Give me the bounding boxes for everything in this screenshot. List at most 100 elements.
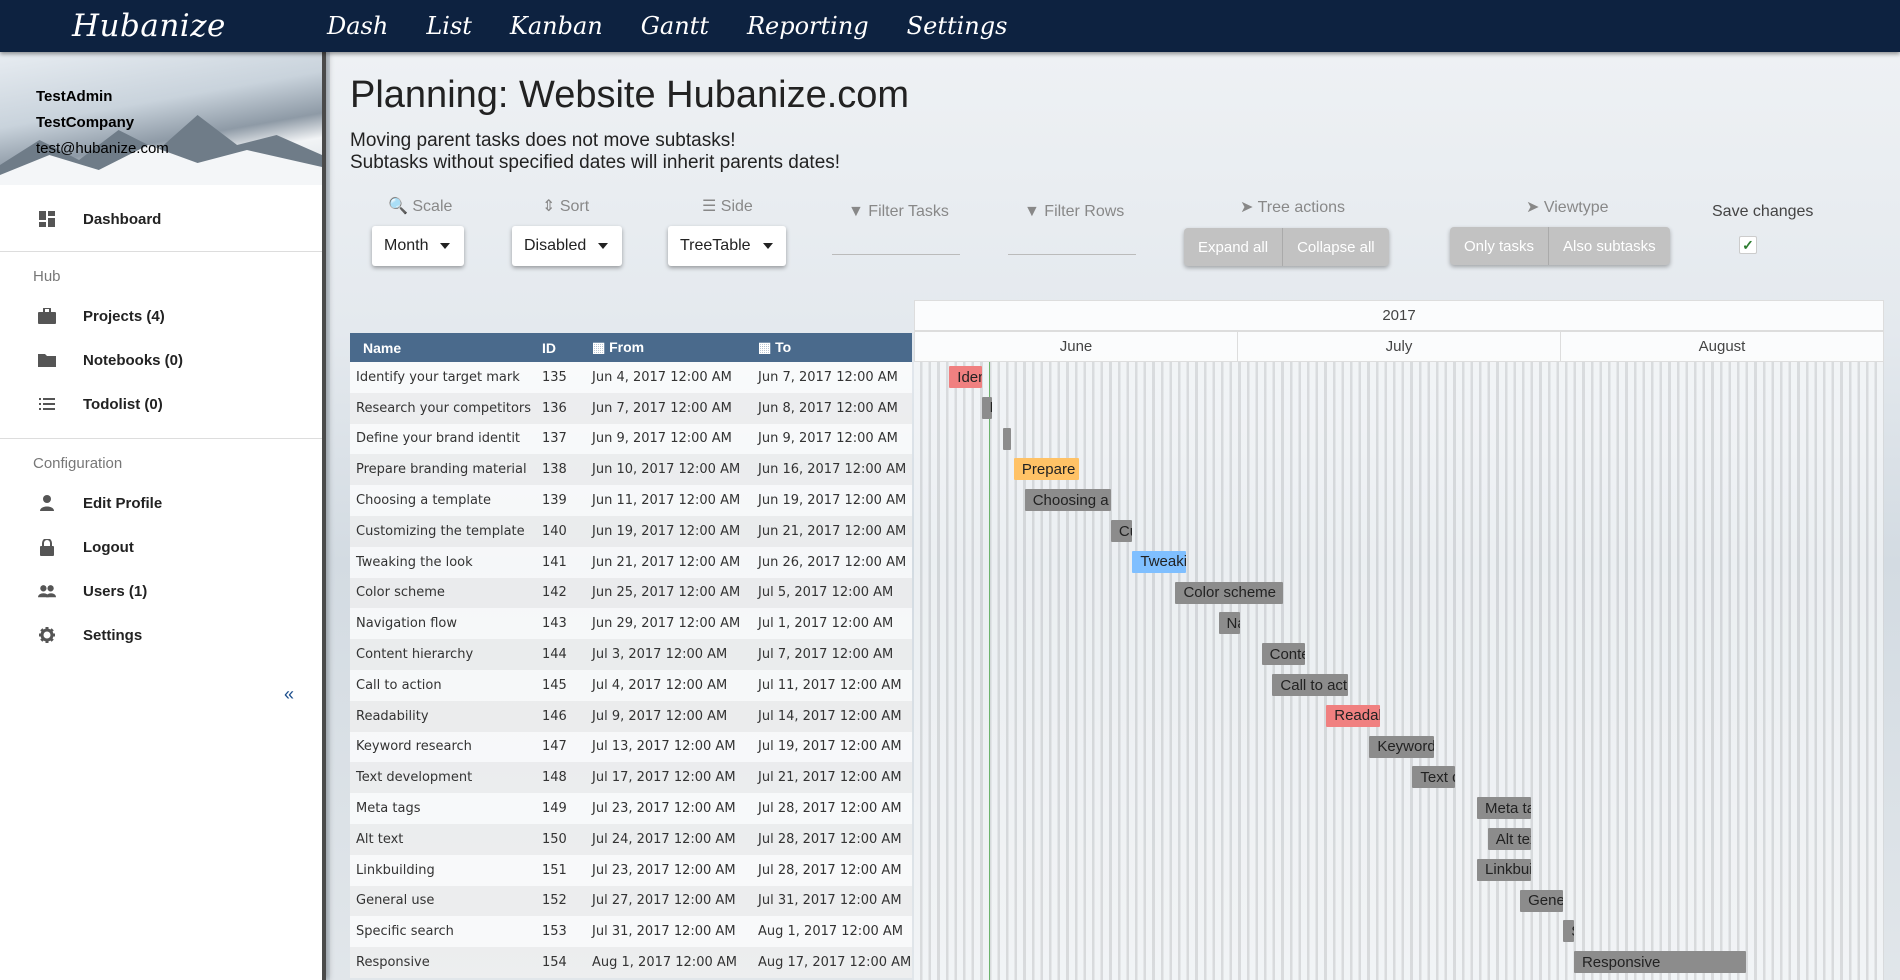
gantt-task-bar[interactable]: Text development xyxy=(1412,766,1456,789)
task-id: 140 xyxy=(542,523,567,539)
divider xyxy=(0,438,322,439)
gantt-task-bar[interactable]: Call to action xyxy=(1272,674,1348,696)
task-to: Jul 28, 2017 12:00 AM xyxy=(758,831,902,847)
gantt-task-bar[interactable]: Alt text xyxy=(1487,828,1531,850)
gantt-task-bar[interactable]: Research your competitors xyxy=(981,396,993,419)
collapse-sidebar-button[interactable]: « xyxy=(284,684,294,705)
gantt-task-bar[interactable]: Define your brand identity xyxy=(1003,427,1012,450)
expand-all-button[interactable]: Expand all xyxy=(1184,228,1284,266)
sidebar-item-settings[interactable]: Settings xyxy=(0,613,322,657)
task-to: Jul 11, 2017 12:00 AM xyxy=(758,677,902,693)
gantt-task-bar[interactable]: Content hierarchy xyxy=(1261,643,1305,666)
task-name: Tweaking the look xyxy=(356,554,473,570)
task-from: Jul 24, 2017 12:00 AM xyxy=(592,831,736,847)
table-row[interactable]: Keyword research 147 Jul 13, 2017 12:00 AM… xyxy=(350,731,912,763)
task-name: Content hierarchy xyxy=(356,647,474,663)
sidebar-item-dashboard[interactable]: Dashboard xyxy=(0,197,322,241)
filter-rows-input[interactable]: ▼ Filter Rows xyxy=(1024,203,1124,221)
task-to: Jul 7, 2017 12:00 AM xyxy=(758,647,894,663)
gantt-task-bar[interactable]: Specific search xyxy=(1563,920,1574,943)
task-id: 141 xyxy=(542,554,567,570)
table-row[interactable]: Responsive 154 Aug 1, 2017 12:00 AM Aug 17,… xyxy=(350,947,912,978)
sidebar-item-notebooks[interactable]: Notebooks (0) xyxy=(0,338,322,382)
lock-icon xyxy=(38,538,56,556)
task-name: Color scheme xyxy=(356,585,445,601)
gantt-task-bar[interactable]: Responsive xyxy=(1573,951,1747,974)
sidebar-item-label: Projects (4) xyxy=(83,307,165,325)
gantt-task-bar[interactable]: Choosing a template xyxy=(1024,489,1111,512)
sidebar-item-edit-profile[interactable]: Edit Profile xyxy=(0,481,322,525)
sidebar-item-label: Dashboard xyxy=(83,210,162,228)
also-subtasks-button[interactable]: Also subtasks xyxy=(1549,227,1670,265)
table-row[interactable]: Customizing the template 140 Jun 19, 2017 … xyxy=(350,515,912,547)
col-id[interactable]: ID xyxy=(538,340,588,356)
table-row[interactable]: Tweaking the look 141 Jun 21, 2017 12:00 A… xyxy=(350,546,912,578)
save-changes-checkbox[interactable]: ✓ xyxy=(1739,236,1757,254)
nav-reporting[interactable]: Reporting xyxy=(747,12,869,40)
only-tasks-button[interactable]: Only tasks xyxy=(1450,227,1550,265)
sidebar-item-users[interactable]: Users (1) xyxy=(0,569,322,613)
nav-dash[interactable]: Dash xyxy=(327,12,388,40)
gantt-task-bar[interactable]: Keyword research xyxy=(1369,735,1434,758)
gantt-task-bar[interactable]: Prepare branding material xyxy=(1013,458,1079,481)
brand-logo[interactable]: Hubanize xyxy=(72,8,327,44)
table-header: Name ID ▦ From ▦ To xyxy=(350,333,912,362)
table-body: Identify your target mark 135 Jun 4, 2017 … xyxy=(350,362,912,978)
gantt-task-bar[interactable]: Customizing the template xyxy=(1110,520,1133,542)
table-row[interactable]: Readability 146 Jul 9, 2017 12:00 AM Jul 14… xyxy=(350,700,912,732)
col-name[interactable]: Name xyxy=(350,340,538,356)
bars-icon: ☰ xyxy=(702,198,717,215)
filter-tasks-input[interactable]: ▼ Filter Tasks xyxy=(848,203,949,221)
col-to[interactable]: ▦ To xyxy=(754,339,912,356)
table-row[interactable]: Identify your target mark 135 Jun 4, 2017 … xyxy=(350,362,912,393)
table-row[interactable]: Text development 148 Jul 17, 2017 12:00 AM… xyxy=(350,762,912,794)
nav-list[interactable]: List xyxy=(426,12,472,40)
gantt-task-bar[interactable]: Readability xyxy=(1326,704,1381,727)
task-to: Jun 9, 2017 12:00 AM xyxy=(758,431,898,447)
table-row[interactable]: Color scheme 142 Jun 25, 2017 12:00 AM Jul … xyxy=(350,577,912,609)
gantt-task-bar[interactable]: Linkbuilding xyxy=(1477,858,1531,881)
table-row[interactable]: Specific search 153 Jul 31, 2017 12:00 AM A… xyxy=(350,916,912,948)
table-row[interactable]: Navigation flow 143 Jun 29, 2017 12:00 AM J… xyxy=(350,608,912,640)
sort-dropdown[interactable]: Disabled xyxy=(512,226,622,266)
section-configuration: Configuration xyxy=(33,454,123,472)
table-row[interactable]: Linkbuilding 151 Jul 23, 2017 12:00 AM Jul … xyxy=(350,854,912,886)
task-name: Define your brand identit xyxy=(356,431,521,447)
gantt-task-bar[interactable]: Meta tags xyxy=(1477,797,1531,820)
nav-gantt[interactable]: Gantt xyxy=(641,12,709,40)
gantt-task-bar[interactable]: Color scheme xyxy=(1175,581,1284,604)
table-row[interactable]: Define your brand identit 137 Jun 9, 2017 … xyxy=(350,423,912,455)
task-from: Jun 19, 2017 12:00 AM xyxy=(592,523,741,539)
task-name: Navigation flow xyxy=(356,616,458,632)
table-row[interactable]: Alt text 150 Jul 24, 2017 12:00 AM Jul 28, … xyxy=(350,823,912,855)
gantt-task-bar[interactable]: Tweaking the look xyxy=(1132,550,1187,573)
gantt-task-bar[interactable]: Navigation flow xyxy=(1218,612,1241,635)
task-to: Jul 28, 2017 12:00 AM xyxy=(758,801,902,817)
task-from: Jun 29, 2017 12:00 AM xyxy=(592,616,741,632)
gantt-task-bar[interactable]: Identify your target mark xyxy=(949,366,982,388)
table-row[interactable]: Choosing a template 139 Jun 11, 2017 12:00… xyxy=(350,485,912,516)
task-id: 136 xyxy=(542,400,567,416)
nav-kanban[interactable]: Kanban xyxy=(510,12,603,40)
table-row[interactable]: General use 152 Jul 27, 2017 12:00 AM Jul 3… xyxy=(350,885,912,917)
col-from[interactable]: ▦ From xyxy=(588,339,754,356)
table-row[interactable]: Prepare branding material 138 Jun 10, 2017… xyxy=(350,454,912,486)
sidebar-item-logout[interactable]: Logout xyxy=(0,525,322,569)
gantt-task-bar[interactable]: General use xyxy=(1520,889,1564,912)
task-id: 142 xyxy=(542,585,567,601)
nav-settings[interactable]: Settings xyxy=(907,12,1008,40)
table-row[interactable]: Meta tags 149 Jul 23, 2017 12:00 AM Jul 28,… xyxy=(350,793,912,824)
sidebar-item-todolist[interactable]: Todolist (0) xyxy=(0,382,322,426)
task-name: Research your competitors xyxy=(356,400,532,416)
task-from: Jul 13, 2017 12:00 AM xyxy=(592,739,736,755)
table-row[interactable]: Content hierarchy 144 Jul 3, 2017 12:00 AM… xyxy=(350,639,912,670)
sort-icon: ⇕ xyxy=(542,198,556,215)
scale-dropdown[interactable]: Month xyxy=(372,226,464,266)
task-id: 152 xyxy=(542,893,567,909)
sidebar-item-projects[interactable]: Projects (4) xyxy=(0,294,322,338)
table-row[interactable]: Research your competitors 136 Jun 7, 2017 … xyxy=(350,392,912,424)
filter-tasks-underline xyxy=(832,254,960,255)
collapse-all-button[interactable]: Collapse all xyxy=(1283,228,1389,266)
side-dropdown[interactable]: TreeTable xyxy=(668,226,786,266)
table-row[interactable]: Call to action 145 Jul 4, 2017 12:00 AM Jul… xyxy=(350,669,912,701)
